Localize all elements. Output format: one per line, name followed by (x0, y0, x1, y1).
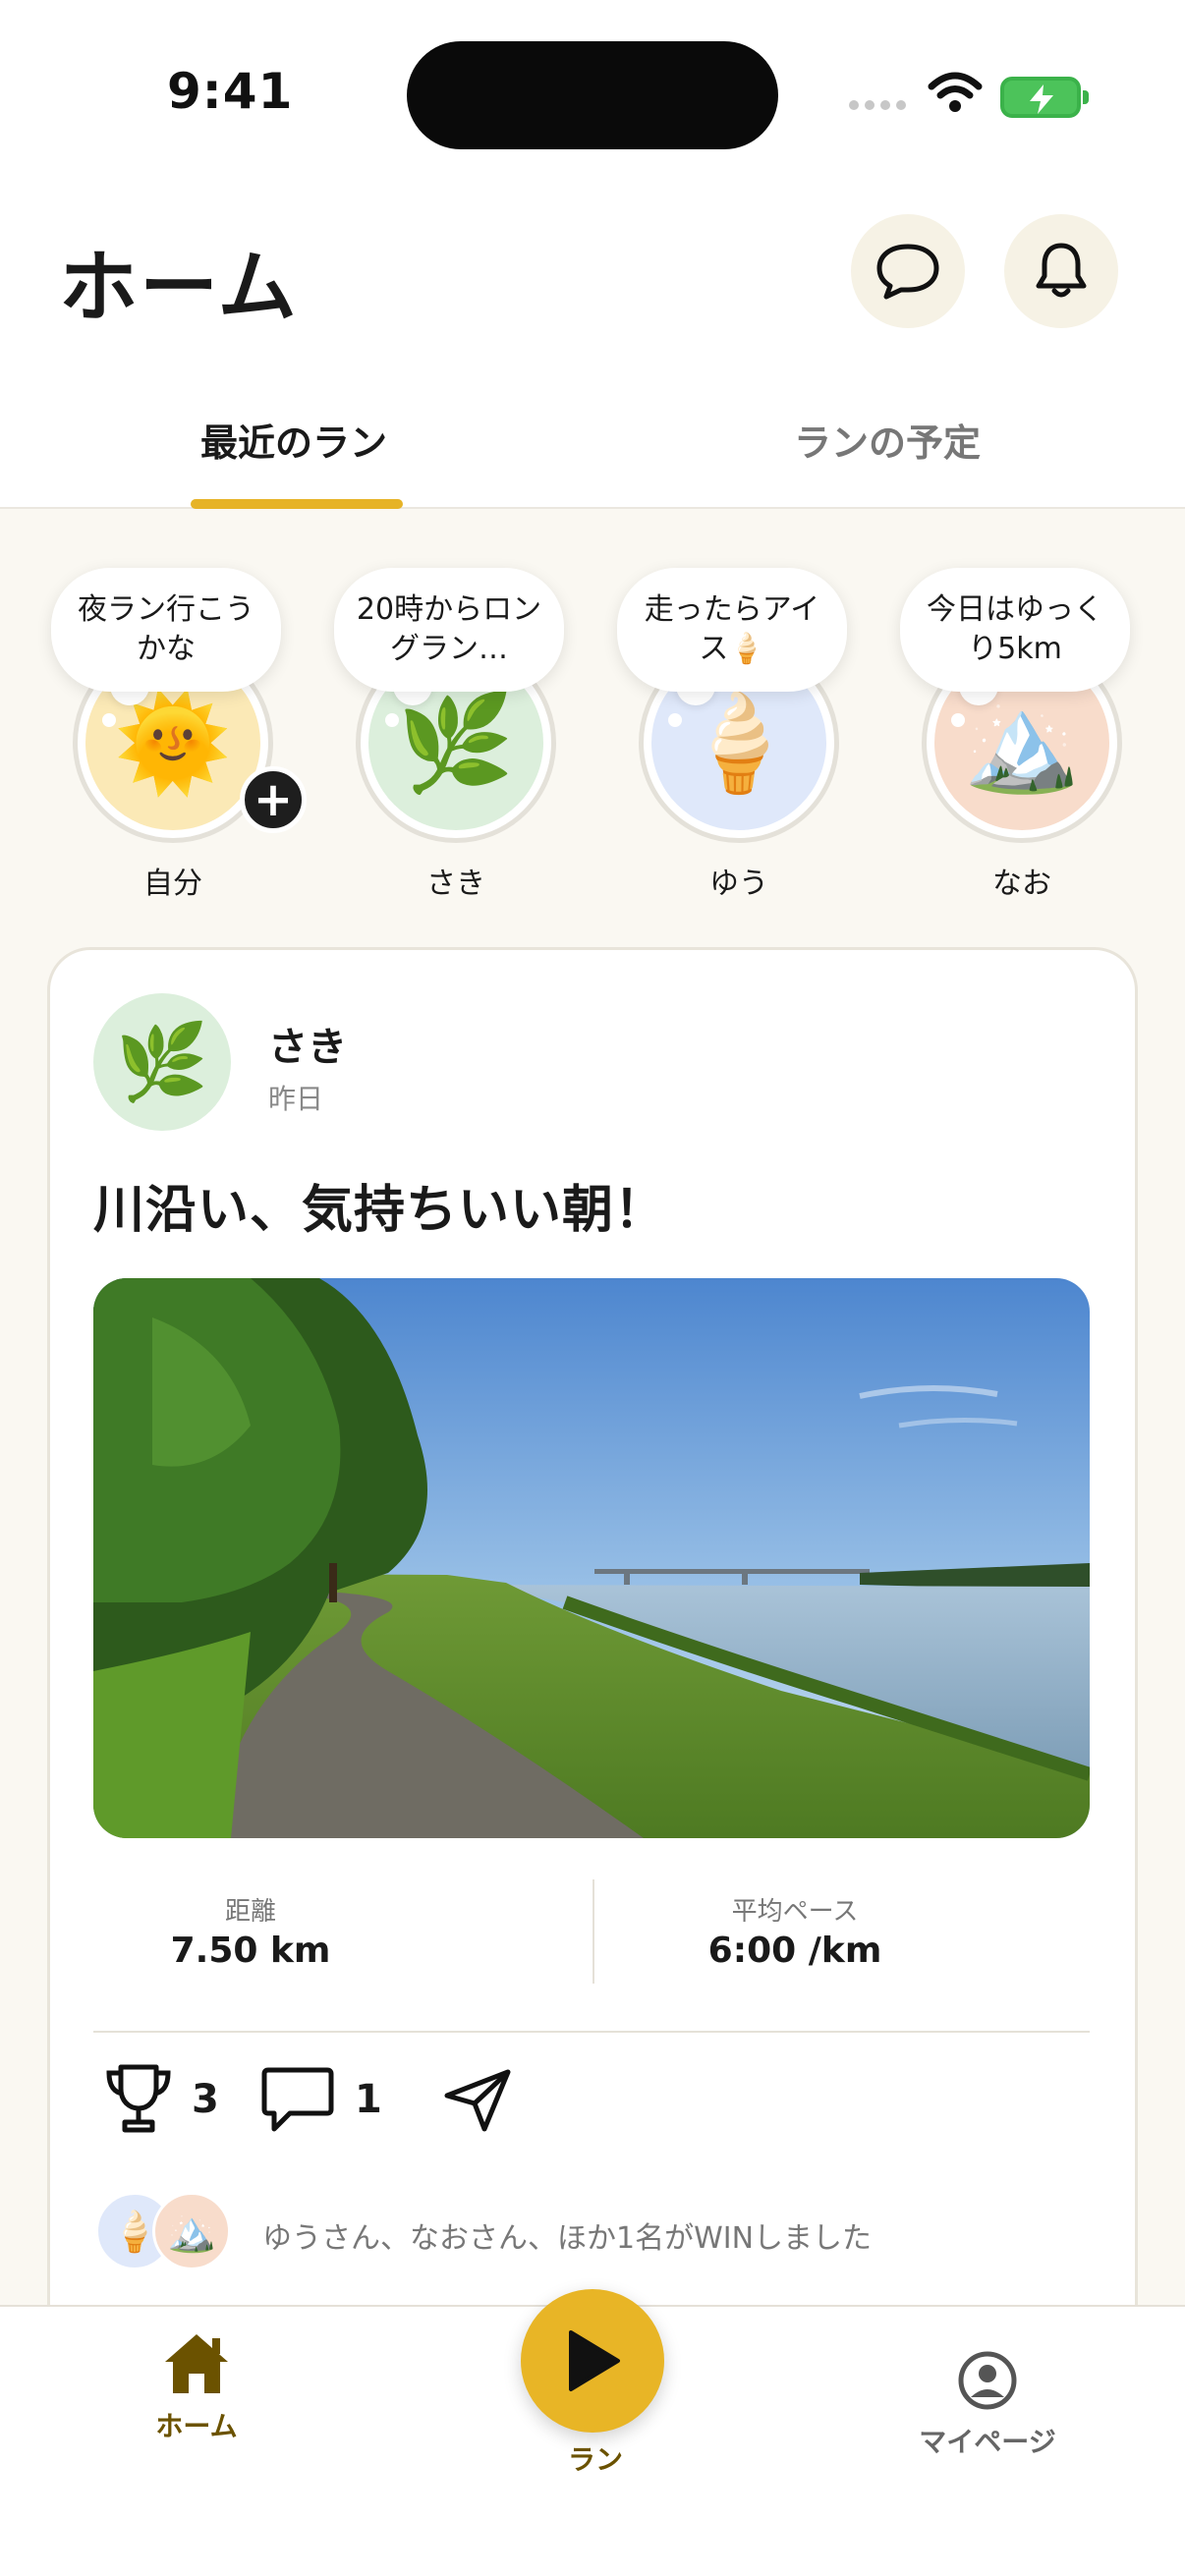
story-name: さき (426, 867, 485, 901)
post-title: 川沿い、気持ちいい朝！ (93, 1181, 667, 1240)
win-button[interactable]: 3 (103, 2060, 219, 2139)
story-yuu[interactable]: 🍦 走ったらアイス🍦 ゆう (617, 564, 857, 901)
nav-home[interactable]: ホーム (138, 2330, 255, 2444)
nav-mypage-label: マイページ (919, 2426, 1056, 2458)
status-bubble: 走ったらアイス🍦 (617, 568, 847, 692)
wifi-icon (928, 71, 983, 118)
win-summary-text[interactable]: ゆうさん、なおさん、ほか1名がWINしました (262, 2213, 872, 2257)
story-name: ゆう (709, 867, 768, 901)
post-time: 昨日 (268, 1083, 324, 1115)
pace-label: 平均ペース (731, 1897, 859, 1927)
comment-count: 1 (355, 2077, 382, 2122)
story-saki[interactable]: 🌿 20時からロングラン… さき (334, 564, 574, 901)
nav-home-label: ホーム (155, 2410, 238, 2442)
author-avatar[interactable]: 🌿 (93, 993, 231, 1131)
status-bubble: 今日はゆっくり5km (900, 568, 1130, 692)
tab-recent-runs[interactable]: 最近のラン (200, 413, 387, 467)
chat-bubble-icon (876, 244, 939, 300)
active-tab-indicator (191, 499, 403, 509)
comment-button[interactable]: 1 (258, 2060, 382, 2139)
home-icon (165, 2334, 228, 2393)
play-icon (569, 2330, 620, 2391)
nav-mypage[interactable]: マイページ (904, 2350, 1071, 2460)
status-bubble: 20時からロングラン… (334, 568, 564, 692)
send-icon (444, 2069, 511, 2132)
author-name[interactable]: さき (268, 1015, 347, 1072)
cellular-signal-icon (849, 100, 906, 110)
start-run-button[interactable] (521, 2289, 664, 2433)
status-bubble: 夜ラン行こうかな (51, 568, 281, 692)
story-name: 自分 (143, 867, 202, 901)
card-divider (93, 2031, 1090, 2033)
story-name: なお (992, 867, 1051, 901)
winner-avatar: 🏔️ (152, 2192, 231, 2270)
distance-value: 7.50 km (170, 1931, 331, 1971)
tab-run-schedule[interactable]: ランの予定 (794, 413, 981, 467)
trophy-icon (106, 2064, 171, 2133)
pace-value: 6:00 /km (707, 1931, 882, 1971)
bell-icon (1036, 243, 1087, 298)
distance-label: 距離 (224, 1897, 276, 1927)
add-status-button[interactable]: + (240, 766, 307, 833)
stats-divider (592, 1879, 594, 1984)
story-self[interactable]: 🌞 夜ラン行こうかな + 自分 (51, 564, 307, 901)
user-circle-icon (958, 2351, 1017, 2410)
notifications-button[interactable] (1004, 214, 1118, 328)
win-count: 3 (192, 2077, 219, 2122)
story-nao[interactable]: 🏔️ 今日はゆっくり5km なお (900, 564, 1140, 901)
comment-icon (261, 2067, 334, 2132)
battery-charging-icon (1000, 77, 1089, 118)
page-title: ホーム (59, 242, 299, 333)
dynamic-island (407, 41, 778, 149)
run-photo[interactable] (93, 1278, 1090, 1838)
messages-button[interactable] (851, 214, 965, 328)
status-time: 9:41 (167, 63, 294, 120)
nav-run-label[interactable]: ラン (568, 2438, 623, 2478)
share-button[interactable] (441, 2060, 516, 2139)
